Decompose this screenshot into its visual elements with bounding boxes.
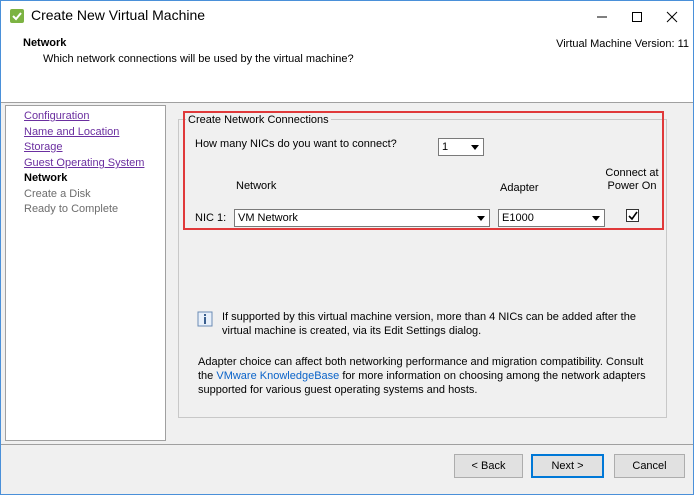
page-title: Network (23, 37, 67, 49)
next-button[interactable]: Next > (531, 454, 604, 478)
cancel-button[interactable]: Cancel (614, 454, 685, 478)
nav-item-name-and-location[interactable]: Name and Location (24, 126, 119, 138)
nic-1-label: NIC 1: (195, 212, 227, 224)
nic-count-value: 1 (442, 141, 449, 153)
footer-divider (1, 444, 693, 445)
network-column-label: Network (236, 180, 277, 192)
adapter-select[interactable]: E1000 (498, 209, 605, 227)
nic-info-text: If supported by this virtual machine ver… (222, 311, 636, 337)
wizard-steps-nav: Configuration Name and Location Storage … (5, 105, 166, 441)
vmware-kb-link[interactable]: VMware KnowledgeBase (216, 370, 339, 382)
nic-count-question: How many NICs do you want to connect? (195, 138, 397, 150)
info-icon (197, 311, 213, 327)
group-title: Create Network Connections (186, 114, 331, 126)
vm-version-label: Virtual Machine Version: 11 (556, 38, 689, 50)
maximize-icon (632, 11, 642, 22)
nav-item-create-disk: Create a Disk (24, 188, 91, 200)
adapter-column-label: Adapter (500, 182, 539, 194)
nav-item-guest-os[interactable]: Guest Operating System (24, 157, 144, 169)
connect-label-line1: Connect at (605, 167, 659, 179)
chevron-down-icon (468, 140, 482, 154)
title-bar: Create New Virtual Machine (1, 1, 693, 32)
network-value: VM Network (238, 212, 298, 224)
close-button[interactable] (649, 1, 693, 32)
minimize-icon (597, 16, 607, 17)
connect-label-line2: Power On (607, 180, 657, 192)
nic-count-select[interactable]: 1 (438, 138, 484, 156)
close-icon (666, 11, 678, 22)
connect-at-power-on-checkbox[interactable] (626, 209, 639, 222)
window-title: Create New Virtual Machine (31, 7, 206, 23)
nav-item-ready-to-complete: Ready to Complete (24, 203, 119, 215)
adapter-value: E1000 (502, 212, 534, 224)
connect-column-label: Connect at Power On (601, 167, 663, 193)
page-subtitle: Which network connections will be used b… (43, 53, 354, 65)
network-select[interactable]: VM Network (234, 209, 490, 227)
back-button[interactable]: < Back (454, 454, 523, 478)
chevron-down-icon (589, 211, 603, 225)
chevron-down-icon (474, 211, 488, 225)
vsphere-logo-icon (10, 9, 24, 23)
checkmark-icon (627, 211, 638, 220)
wizard-header: Network Which network connections will b… (1, 32, 693, 103)
nav-item-network: Network (24, 172, 68, 184)
nav-item-configuration[interactable]: Configuration (24, 110, 89, 122)
wizard-window: Create New Virtual Machine Network Which… (0, 0, 694, 495)
adapter-choice-text: Adapter choice can affect both networkin… (198, 355, 660, 397)
nav-item-storage[interactable]: Storage (24, 141, 63, 153)
